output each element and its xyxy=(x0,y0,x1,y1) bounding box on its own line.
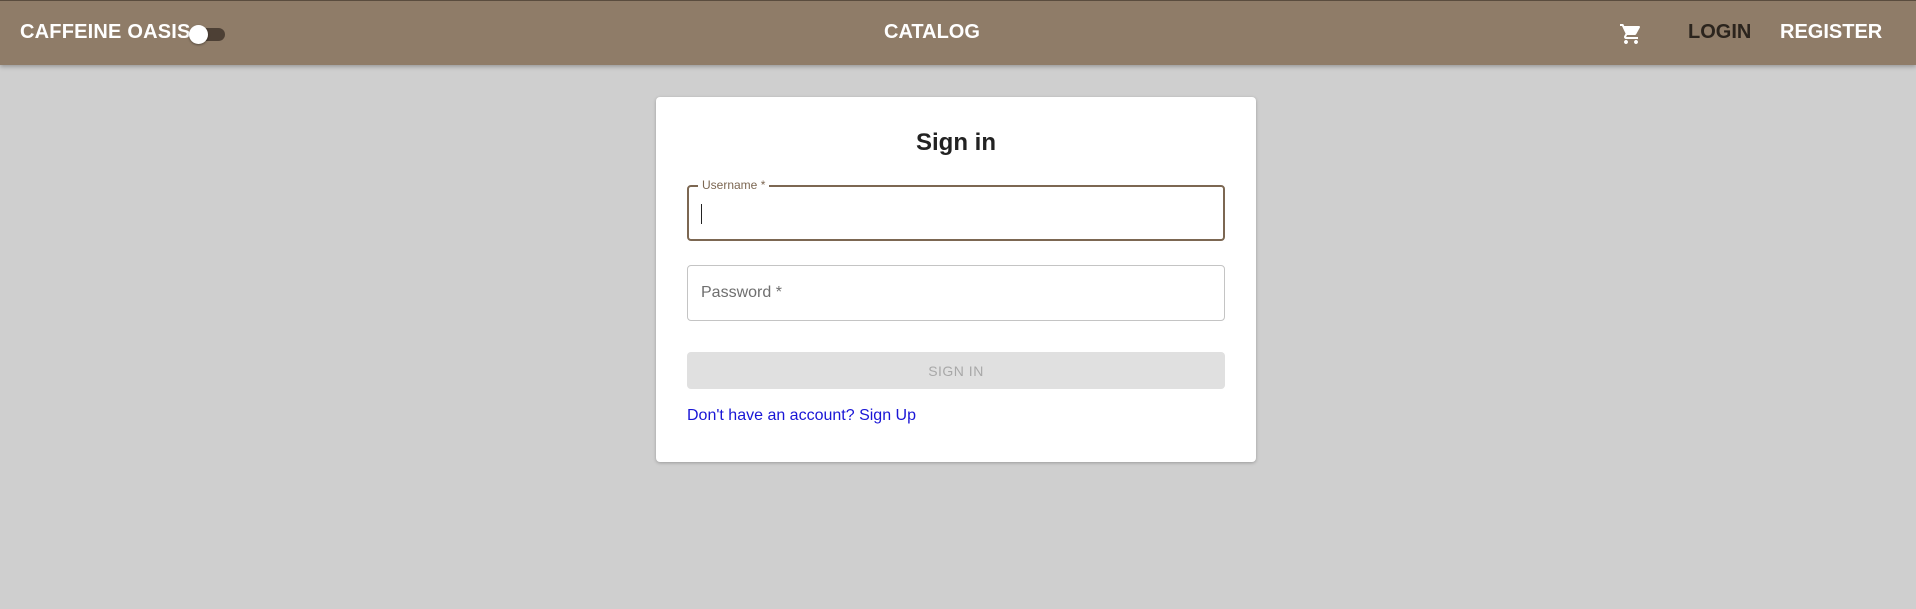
sign-in-button[interactable]: SIGN IN xyxy=(687,352,1225,389)
toggle-thumb xyxy=(189,25,208,44)
text-cursor xyxy=(701,204,702,224)
page-title: Sign in xyxy=(916,129,996,156)
theme-toggle-switch[interactable] xyxy=(189,25,227,44)
shopping-cart-icon[interactable] xyxy=(1619,22,1643,46)
password-field[interactable] xyxy=(687,265,1225,321)
username-input[interactable] xyxy=(689,187,1223,239)
register-button[interactable]: REGISTER xyxy=(1780,21,1882,44)
login-button[interactable]: LOGIN xyxy=(1688,21,1751,44)
brand-title[interactable]: CAFFEINE OASIS xyxy=(20,21,191,44)
signin-card: Sign in Username * SIGN IN Don't have an… xyxy=(656,97,1256,462)
sign-up-link[interactable]: Don't have an account? Sign Up xyxy=(687,407,916,425)
password-input[interactable] xyxy=(688,266,1224,320)
app-bar: CAFFEINE OASIS CATALOG LOGIN REGISTER xyxy=(0,0,1916,65)
catalog-link[interactable]: CATALOG xyxy=(884,21,980,44)
username-field[interactable]: Username * xyxy=(687,178,1225,241)
